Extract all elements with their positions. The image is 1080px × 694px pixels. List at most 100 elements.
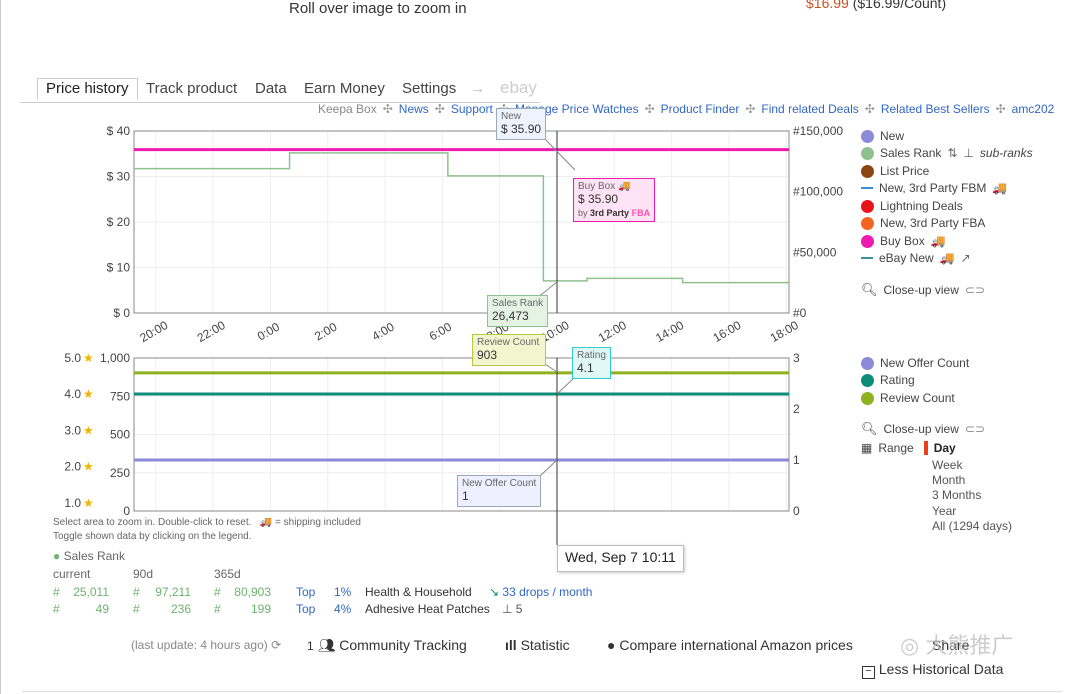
series-line-sales-rank [134,152,789,284]
row-category-link[interactable]: Adhesive Heat Patches [365,602,490,616]
crosshair-date-label: Wed, Sep 7 10:11 [557,545,684,572]
legend-item-fba[interactable]: New, 3rd Party FBA [861,216,985,230]
legend-label: Sales Rank [880,146,942,160]
sub-ranks-link[interactable]: sub-ranks [980,146,1033,160]
tooltip-connector [543,137,576,171]
y-left-tick-label: $ 20 [107,215,131,229]
star-icon: ★ [83,423,94,437]
bar-chart-icon: ıll [505,637,517,653]
counts-chart[interactable]: 02505007501,00001231.0 ★2.0 ★3.0 ★4.0 ★5.0 ★ [64,351,800,518]
legend-item-ebay-new[interactable]: eBay New 🚚 ↗ [861,251,971,265]
legend-label: New, 3rd Party FBM [879,181,987,195]
range-selector: ▦ Range Day [861,441,956,455]
tooltip-new-offer-count-value: 1 [462,489,469,503]
legend-item-lightning-deals[interactable]: Lightning Deals [861,199,963,213]
y-left-tick-label: 0 [123,504,130,518]
less-label: Less Historical Data [878,661,1004,677]
legend-item-list-price[interactable]: List Price [861,164,929,178]
bottom-divider [22,691,1062,692]
legend-label: Lightning Deals [880,199,963,213]
star-icon: ★ [83,496,94,510]
legend-label: Rating [880,373,915,387]
range-week[interactable]: Week [932,458,1012,473]
closeup-toggle-bottom[interactable]: 🔍︎ Close-up view ⊂⊃ [861,421,985,437]
tooltip-buy-box-fba: FBA [631,208,651,218]
calendar-icon: ▦ [861,441,873,455]
tooltip-review-count: Review Count 903 [472,334,546,366]
table-row: #49 [53,602,109,616]
tooltip-new-offer-count: New Offer Count 1 [457,475,542,507]
price-chart[interactable]: 20:00 22:00 0:00 2:00 4:00 6:00 8:00 10:00 12:00… [107,124,844,345]
tooltip-buy-box-value: $ 35.90 [578,192,619,206]
legend-item-new-offer-count[interactable]: New Offer Count [861,356,969,370]
chart-notes: Select area to zoom in. Double-click to … [53,517,361,528]
table-cell: #80,903 [214,585,271,599]
x-tick-label: 20:00 [137,318,170,345]
legend-item-review-count[interactable]: Review Count [861,391,955,405]
hierarchy-icon: ⊥ [963,146,974,160]
compare-prices-button[interactable]: ● Compare international Amazon prices [607,637,853,653]
truck-icon: 🚚 [259,517,273,528]
legend-dash [861,187,873,189]
range-day[interactable]: Day [934,441,956,455]
zoom-note: Select area to zoom in. Double-click to … [53,517,252,528]
range-month[interactable]: Month [932,473,1012,488]
star-icon: ★ [83,460,94,474]
closeup-toggle-top[interactable]: 🔍︎ Close-up view ⊂⊃ [861,282,985,298]
legend-item-new[interactable]: New [861,129,904,143]
row-current: 25,011 [73,585,109,599]
y-right-tick-label: 2 [793,402,800,416]
refresh-icon[interactable]: ⟳ [271,638,281,652]
legend-label: eBay New [879,251,934,265]
toggle-icon[interactable]: ⊂⊃ [965,283,985,297]
legend-label: Buy Box [880,234,925,248]
sort-icon[interactable]: ⇅ [947,146,957,160]
tooltip-new-value: $ 35.90 [501,122,542,136]
y-left-tick-label: $ 0 [113,306,130,320]
star-tick-label: 2.0 [64,460,81,474]
legend-item-rating[interactable]: Rating [861,373,915,387]
legend-item-sales-rank[interactable]: Sales Rank ⇅ ⊥ sub-ranks [861,146,1033,160]
legend-item-fbm[interactable]: New, 3rd Party FBM 🚚 [861,181,1007,195]
legend-dot [861,356,874,370]
row-top: Top [296,585,316,599]
y-right-tick-label: 0 [793,504,800,518]
last-update-text: (last update: 4 hours ago) [131,638,268,652]
closeup-label: Close-up view [883,422,959,436]
less-historical-data-button[interactable]: − Less Historical Data [862,661,1003,679]
y-right-tick-label: #50,000 [793,245,837,259]
row-category-link[interactable]: Health & Household [365,585,472,599]
toggle-icon[interactable]: ⊂⊃ [965,422,985,436]
legend-item-buy-box[interactable]: Buy Box 🚚 [861,234,946,248]
tooltip-new-offer-count-label: New Offer Count [462,478,537,489]
range-3-months[interactable]: 3 Months [932,488,1012,503]
range-all[interactable]: All (1294 days) [932,519,1012,534]
toggle-note: Toggle shown data by clicking on the leg… [53,531,252,542]
row-percent: 4% [334,602,352,616]
community-label: Community Tracking [339,637,467,653]
community-tracking-button[interactable]: 1 👥︎ Community Tracking [307,637,467,654]
external-link-icon[interactable]: ↗ [961,251,971,265]
table-cell: #97,211 [133,585,191,599]
tooltip-sales-rank-value: 26,473 [492,309,529,323]
y-left-tick-label: $ 10 [107,261,131,275]
legend-label: New [880,129,905,143]
y-left-tick-label: 1,000 [100,351,130,365]
crosshair-date-text: Wed, Sep 7 10:11 [565,549,676,565]
x-tick-label: 22:00 [195,318,228,345]
star-tick-label: 4.0 [64,387,81,401]
legend-label: New, 3rd Party FBA [880,216,986,230]
tooltip-sales-rank: Sales Rank 26,473 [487,295,549,327]
y-right-tick-label: #100,000 [793,185,843,199]
statistic-button[interactable]: ıll Statistic [505,637,570,653]
sales-rank-dot: ● [53,549,61,563]
sales-rank-header-365d: 365d [214,567,241,581]
watermark: ◎ 大熊推广 [900,628,1013,660]
tooltip-connector [556,377,575,395]
range-year[interactable]: Year [932,504,1012,519]
truck-icon: 🚚 [930,234,946,248]
legend-dot [861,391,874,405]
row-90d: 236 [170,602,191,616]
x-tick-label: 2:00 [312,319,340,343]
tooltip-connector [544,363,558,373]
